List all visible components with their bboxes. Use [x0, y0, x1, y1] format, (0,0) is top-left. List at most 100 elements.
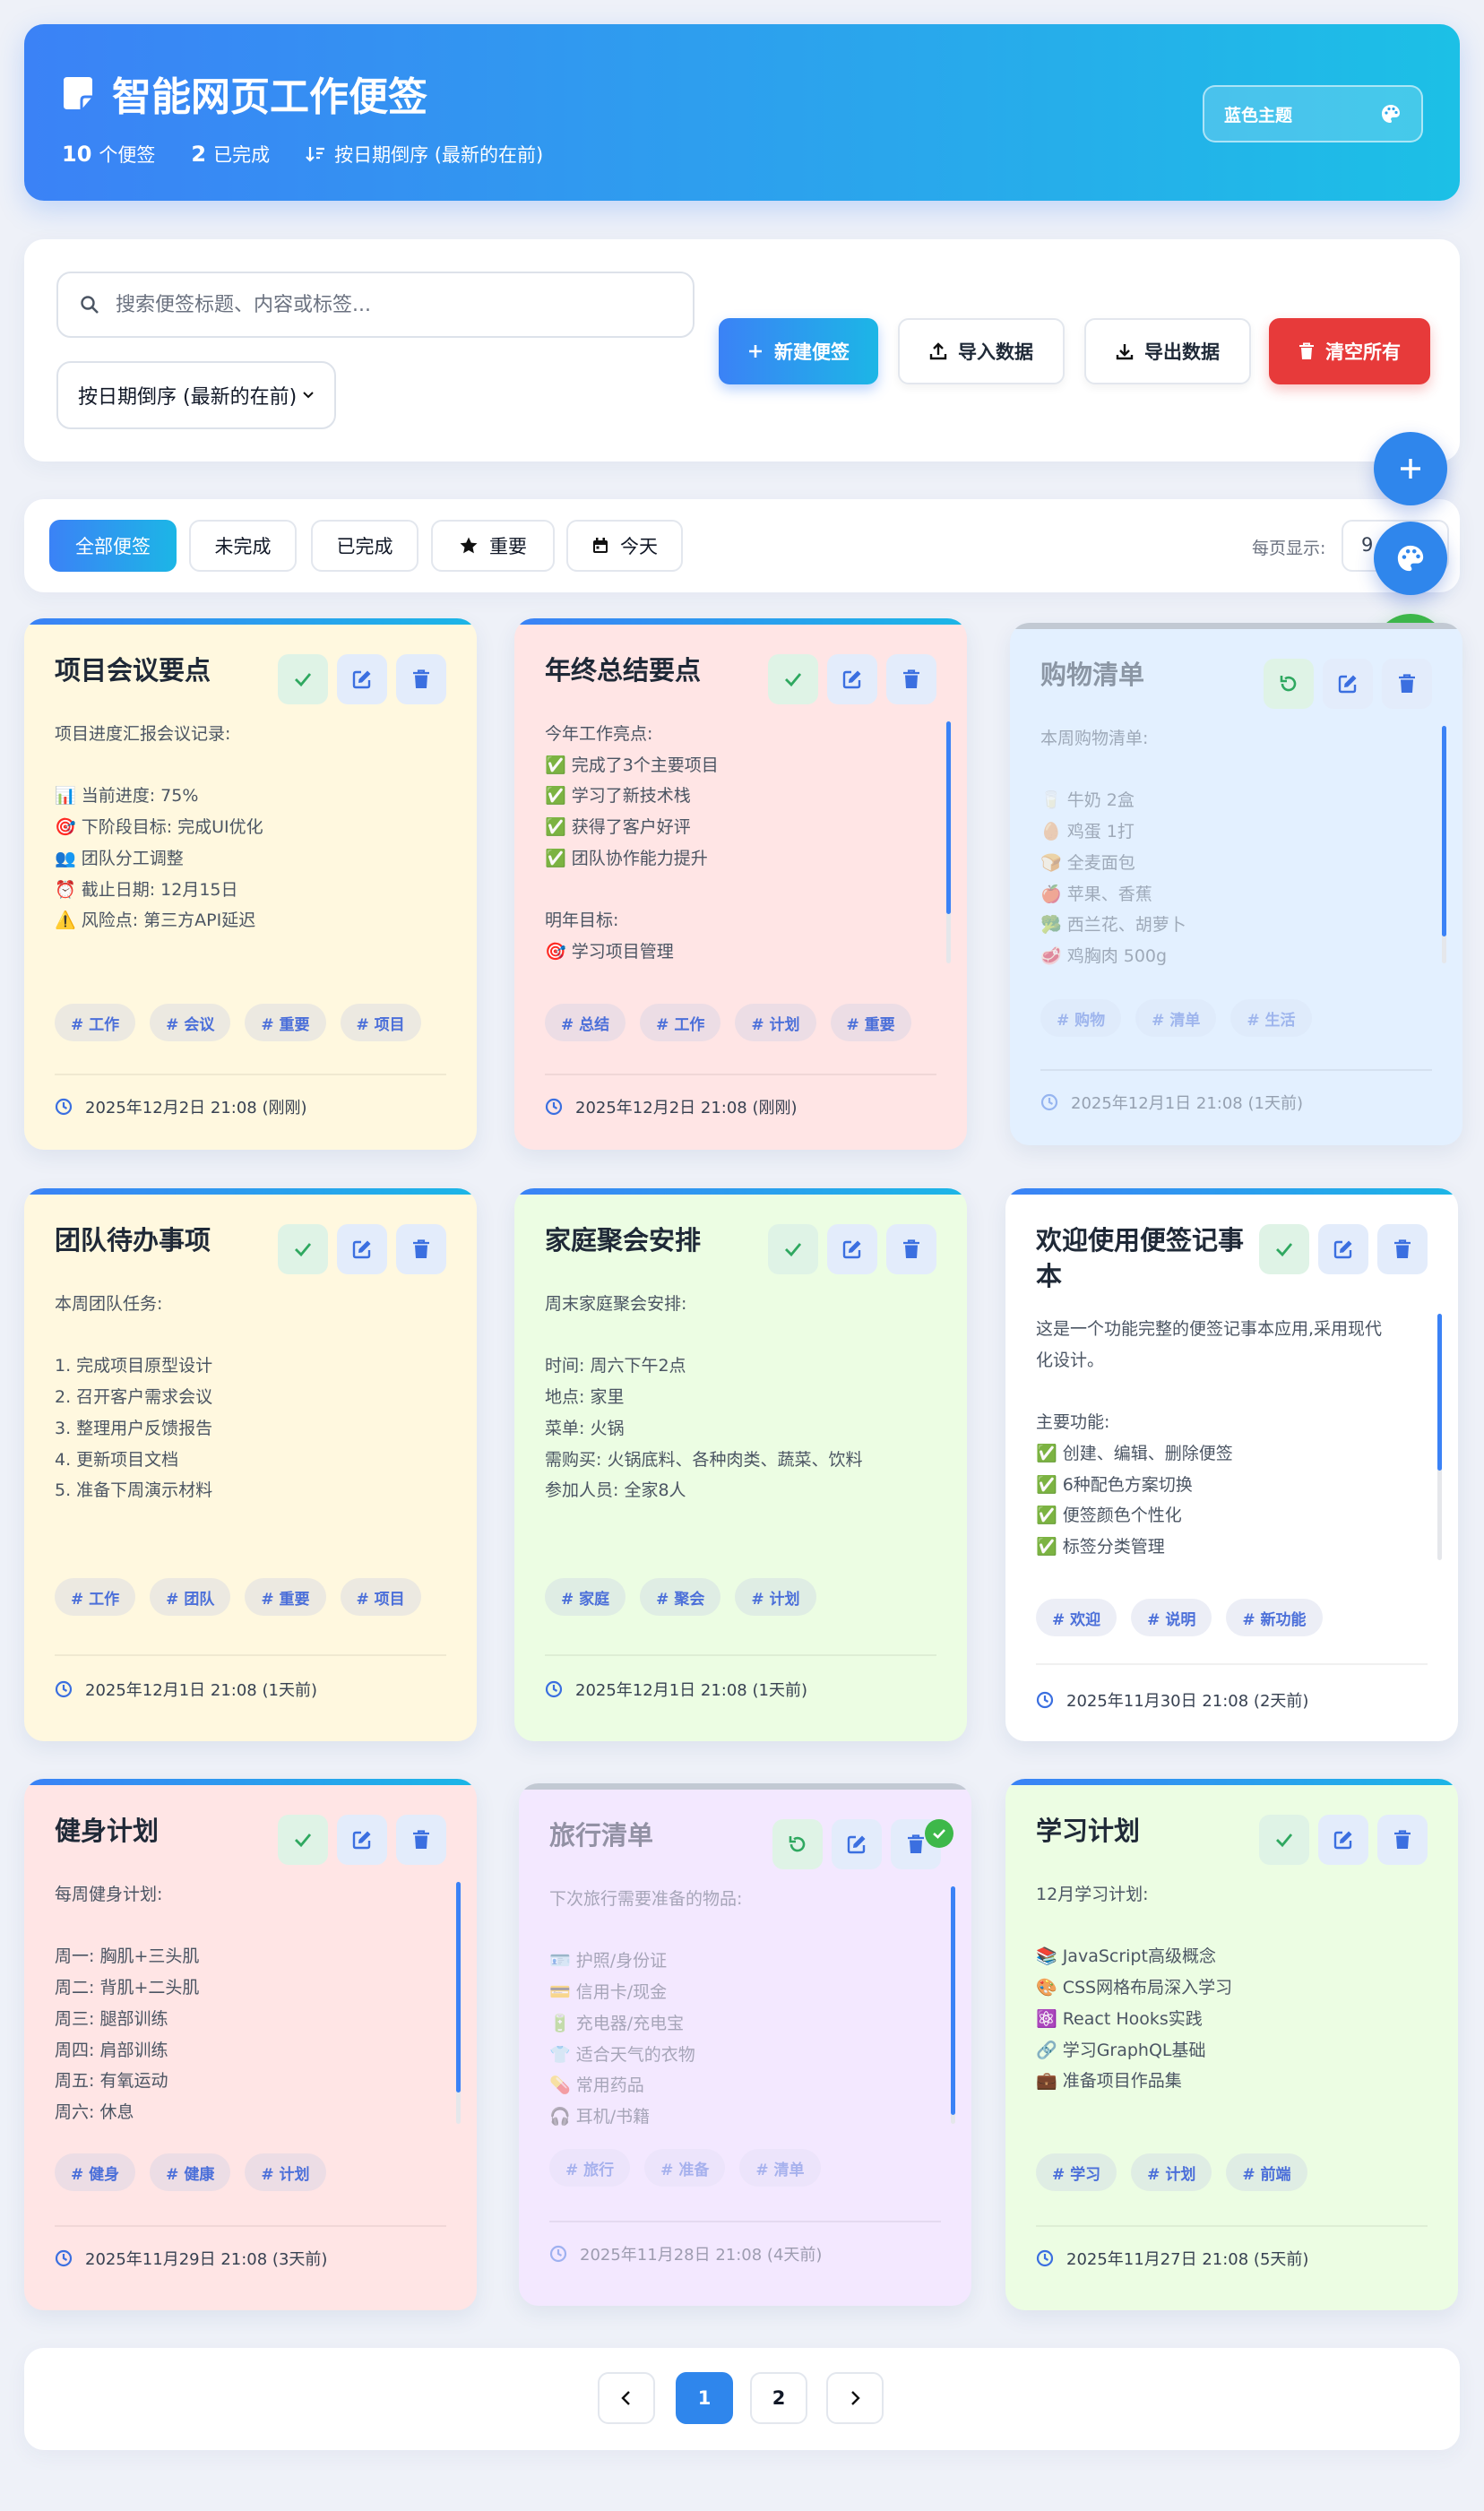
import-button[interactable]: 导入数据	[898, 318, 1065, 384]
note-tag[interactable]: # 工作	[55, 1004, 136, 1041]
complete-button[interactable]	[278, 1224, 328, 1274]
note-card[interactable]: 健身计划 每周健身计划: 周一: 胸肌+三头肌 周二: 背肌+二头肌 周三: 腿部…	[24, 1779, 477, 2310]
delete-button[interactable]	[886, 1224, 936, 1274]
note-card[interactable]: 家庭聚会安排 周末家庭聚会安排: 时间: 周六下午2点 地点: 家里 菜单: 火锅…	[514, 1188, 967, 1741]
page-2-button[interactable]: 2	[750, 2372, 807, 2424]
delete-button[interactable]	[886, 654, 936, 704]
note-tag[interactable]: # 生活	[1230, 999, 1312, 1037]
note-tag[interactable]: # 聚会	[640, 1578, 721, 1616]
note-tag[interactable]: # 学习	[1036, 2153, 1117, 2191]
note-content[interactable]: 今年工作亮点: ✅ 完成了3个主要项目 ✅ 学习了新技术栈 ✅ 获得了客户好评 …	[545, 719, 930, 973]
fab-theme-button[interactable]	[1374, 522, 1447, 595]
note-card[interactable]: 年终总结要点 今年工作亮点: ✅ 完成了3个主要项目 ✅ 学习了新技术栈 ✅ 获得…	[514, 618, 967, 1150]
edit-button[interactable]	[1318, 1224, 1368, 1274]
edit-button[interactable]	[827, 1224, 877, 1274]
page-1-button[interactable]: 1	[676, 2372, 733, 2424]
note-content[interactable]: 下次旅行需要准备的物品: 🪪 护照/身份证 💳 信用卡/现金 🔋 充电器/充电宝…	[549, 1884, 935, 2138]
filter-important[interactable]: 重要	[431, 520, 555, 572]
content-scrollbar-thumb[interactable]	[1437, 1314, 1442, 1471]
next-page-button[interactable]	[826, 2372, 884, 2424]
content-scrollbar-thumb[interactable]	[1442, 726, 1446, 936]
edit-button[interactable]	[337, 1815, 387, 1865]
note-content[interactable]: 项目进度汇报会议记录: 📊 当前进度: 75% 🎯 下阶段目标: 完成UI优化 …	[55, 719, 440, 973]
calendar-icon	[593, 538, 608, 553]
note-tag[interactable]: # 工作	[55, 1578, 136, 1616]
note-card[interactable]: 欢迎使用便签记事本 这是一个功能完整的便签记事本应用,采用现代 化设计。 主要功能…	[1005, 1188, 1458, 1741]
card-divider	[1036, 2225, 1428, 2227]
complete-button[interactable]	[768, 654, 818, 704]
note-card[interactable]: 学习计划 12月学习计划: 📚 JavaScript高级概念 🎨 CSS网格布局深…	[1005, 1779, 1458, 2310]
prev-page-button[interactable]	[598, 2372, 655, 2424]
new-note-button[interactable]: 新建便签	[719, 318, 878, 384]
export-button[interactable]: 导出数据	[1084, 318, 1251, 384]
note-tag[interactable]: # 购物	[1040, 999, 1122, 1037]
filter-today[interactable]: 今天	[566, 520, 683, 572]
note-content[interactable]: 本周购物清单: 🥛 牛奶 2盒 🥚 鸡蛋 1打 🍞 全麦面包 🍎 苹果、香蕉 🥦…	[1040, 723, 1426, 978]
sort-select[interactable]: 按日期倒序 (最新的在前)	[56, 361, 336, 429]
complete-button[interactable]	[1259, 1815, 1309, 1865]
note-tag[interactable]: # 健身	[55, 2153, 136, 2191]
delete-button[interactable]	[1382, 659, 1432, 709]
note-tag[interactable]: # 项目	[340, 1004, 421, 1041]
note-tag[interactable]: # 工作	[640, 1004, 721, 1041]
theme-switch-button[interactable]: 蓝色主题	[1203, 85, 1423, 142]
edit-button[interactable]	[827, 654, 877, 704]
note-card[interactable]: 项目会议要点 项目进度汇报会议记录: 📊 当前进度: 75% 🎯 下阶段目标: 完…	[24, 618, 477, 1150]
note-tag[interactable]: # 项目	[340, 1578, 421, 1616]
note-content[interactable]: 12月学习计划: 📚 JavaScript高级概念 🎨 CSS网格布局深入学习 …	[1036, 1879, 1421, 2134]
note-tag[interactable]: # 会议	[150, 1004, 231, 1041]
edit-button[interactable]	[1323, 659, 1373, 709]
fab-add-note-button[interactable]	[1374, 432, 1447, 505]
note-card[interactable]: 购物清单 本周购物清单: 🥛 牛奶 2盒 🥚 鸡蛋 1打 🍞 全麦面包 🍎 苹果、…	[1010, 623, 1462, 1145]
note-tag[interactable]: # 计划	[735, 1004, 816, 1041]
note-card[interactable]: 旅行清单 下次旅行需要准备的物品: 🪪 护照/身份证 💳 信用卡/现金 🔋 充电器…	[519, 1783, 971, 2306]
clear-all-button[interactable]: 清空所有	[1269, 318, 1430, 384]
edit-button[interactable]	[1318, 1815, 1368, 1865]
content-scrollbar-thumb[interactable]	[456, 1882, 461, 2092]
filter-all[interactable]: 全部便签	[49, 520, 177, 572]
note-content[interactable]: 这是一个功能完整的便签记事本应用,采用现代 化设计。 主要功能: ✅ 创建、编辑…	[1036, 1314, 1421, 1599]
note-tag[interactable]: # 健康	[150, 2153, 231, 2191]
note-content[interactable]: 周末家庭聚会安排: 时间: 周六下午2点 地点: 家里 菜单: 火锅 需购买: …	[545, 1289, 930, 1512]
filter-pending[interactable]: 未完成	[189, 520, 297, 572]
note-tag[interactable]: # 家庭	[545, 1578, 626, 1616]
content-scrollbar-thumb[interactable]	[946, 721, 951, 914]
note-tag[interactable]: # 重要	[830, 1004, 911, 1041]
search-box[interactable]	[56, 272, 695, 338]
edit-button[interactable]	[337, 1224, 387, 1274]
note-tag[interactable]: # 团队	[150, 1578, 231, 1616]
note-content[interactable]: 每周健身计划: 周一: 胸肌+三头肌 周二: 背肌+二头肌 周三: 腿部训练 周…	[55, 1879, 440, 2134]
note-tag[interactable]: # 总结	[545, 1004, 626, 1041]
delete-button[interactable]	[1377, 1815, 1428, 1865]
note-content[interactable]: 本周团队任务: 1. 完成项目原型设计 2. 召开客户需求会议 3. 整理用户反…	[55, 1289, 440, 1512]
note-tag[interactable]: # 计划	[735, 1578, 816, 1616]
filter-done[interactable]: 已完成	[311, 520, 418, 572]
delete-button[interactable]	[396, 1224, 446, 1274]
note-tag[interactable]: # 欢迎	[1036, 1599, 1117, 1636]
search-input[interactable]	[116, 293, 653, 316]
complete-button[interactable]	[1259, 1224, 1309, 1274]
note-tag[interactable]: # 重要	[245, 1004, 326, 1041]
note-tag[interactable]: # 前端	[1226, 2153, 1307, 2191]
edit-button[interactable]	[337, 654, 387, 704]
note-tag[interactable]: # 计划	[245, 2153, 326, 2191]
note-tag[interactable]: # 重要	[245, 1578, 326, 1616]
complete-button[interactable]	[768, 1224, 818, 1274]
delete-button[interactable]	[396, 1815, 446, 1865]
note-tag[interactable]: # 新功能	[1226, 1599, 1323, 1636]
note-tag[interactable]: # 清单	[1135, 999, 1217, 1037]
undo-complete-button[interactable]	[1264, 659, 1314, 709]
undo-complete-button[interactable]	[772, 1819, 823, 1869]
note-tag[interactable]: # 计划	[1131, 2153, 1212, 2191]
delete-button[interactable]	[396, 654, 446, 704]
content-scrollbar-thumb[interactable]	[951, 1886, 955, 2115]
complete-button[interactable]	[278, 1815, 328, 1865]
note-tag[interactable]: # 旅行	[549, 2149, 631, 2187]
note-tag[interactable]: # 准备	[644, 2149, 726, 2187]
delete-button[interactable]	[1377, 1224, 1428, 1274]
edit-button[interactable]	[832, 1819, 882, 1869]
complete-button[interactable]	[278, 654, 328, 704]
note-tag[interactable]: # 清单	[739, 2149, 821, 2187]
note-tag[interactable]: # 说明	[1131, 1599, 1212, 1636]
note-card[interactable]: 团队待办事项 本周团队任务: 1. 完成项目原型设计 2. 召开客户需求会议 3.…	[24, 1188, 477, 1741]
